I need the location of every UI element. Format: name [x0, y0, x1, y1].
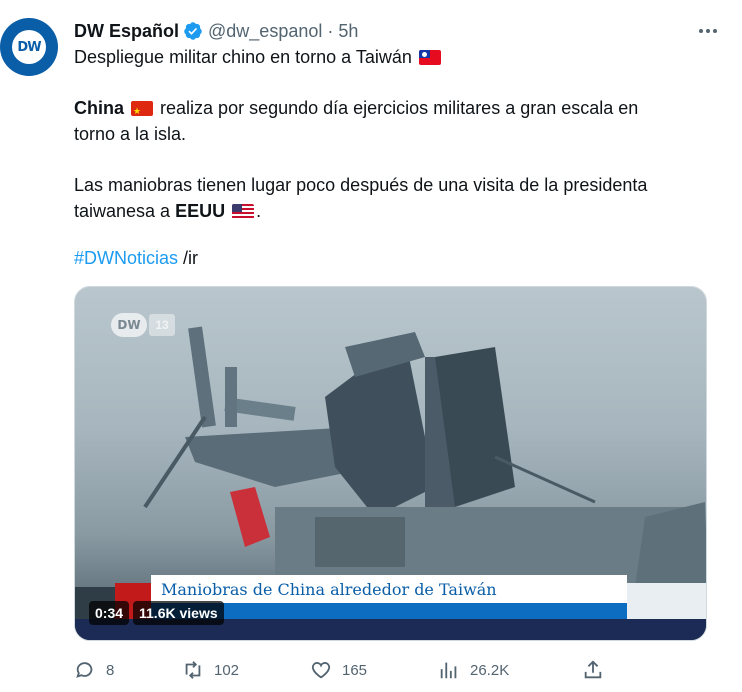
tweet-hashtag-line: #DWNoticias /ir: [74, 245, 198, 271]
share-icon: [584, 660, 602, 679]
tweet-paragraph-3: Las maniobras tienen lugar poco después …: [74, 172, 647, 224]
display-name[interactable]: DW Español: [74, 21, 179, 42]
more-icon[interactable]: [696, 20, 720, 42]
news-ticker-strip: [627, 583, 706, 619]
timestamp[interactable]: 5h: [338, 21, 358, 42]
channel-watermark: DW 13: [111, 313, 175, 337]
reply-count: 8: [106, 661, 115, 679]
tweet-header: DW Español @dw_espanol · 5h: [74, 20, 358, 42]
video-lower-third: Maniobras de China alrededor de Taiwán: [151, 575, 627, 603]
usa-flag-icon: [232, 204, 255, 219]
views-count: 26.2K: [470, 661, 510, 679]
china-flag-icon: [131, 101, 154, 116]
like-count: 165: [342, 661, 368, 679]
watermark-logo: DW: [111, 313, 147, 337]
eeuu-bold: EEUU: [175, 201, 226, 221]
tweet-line-1: Despliegue militar chino en torno a Taiw…: [74, 44, 443, 70]
hashtag-link[interactable]: #DWNoticias: [74, 248, 178, 268]
p2-line2: torno a la isla.: [74, 124, 187, 144]
p2-line1: realiza por segundo día ejercicios milit…: [155, 98, 639, 118]
p3-line2-end: .: [256, 201, 262, 221]
like-button[interactable]: 165: [310, 654, 367, 686]
author-initials: /ir: [178, 248, 199, 268]
video-duration: 0:34: [89, 601, 130, 625]
retweet-icon: [185, 661, 201, 679]
china-bold: China: [74, 98, 125, 118]
p3-line1: Las maniobras tienen lugar poco después …: [74, 175, 648, 195]
p3-line2-start: taiwanesa a: [74, 201, 176, 221]
avatar-logo: DW: [12, 30, 46, 64]
taiwan-flag-icon: [418, 50, 441, 65]
video-player[interactable]: DW 13 Maniobras de China alrededor de Ta…: [74, 286, 707, 641]
heart-icon: [311, 662, 331, 679]
avatar[interactable]: DW: [0, 18, 58, 76]
tweet-actions: 8 102 165 26.2K: [74, 654, 634, 686]
tweet[interactable]: DW DW Español @dw_espanol · 5h Despliegu…: [0, 0, 742, 692]
tweet-paragraph-2: China realiza por segundo día ejercicios…: [74, 95, 638, 147]
separator: ·: [327, 20, 334, 41]
reply-button[interactable]: 8: [74, 654, 114, 686]
retweet-count: 102: [214, 661, 240, 679]
retweet-button[interactable]: 102: [182, 654, 239, 686]
tweet-text-title: Despliegue militar chino en torno a Taiw…: [74, 47, 412, 67]
handle[interactable]: @dw_espanol: [208, 21, 322, 42]
share-button[interactable]: [582, 654, 604, 686]
reply-icon: [76, 662, 93, 678]
views-icon: [440, 662, 457, 679]
views-button[interactable]: 26.2K: [438, 654, 509, 686]
watermark-channel-number: 13: [149, 314, 175, 336]
verified-badge-icon: [183, 21, 203, 41]
video-views: 11.6K views: [133, 601, 224, 625]
